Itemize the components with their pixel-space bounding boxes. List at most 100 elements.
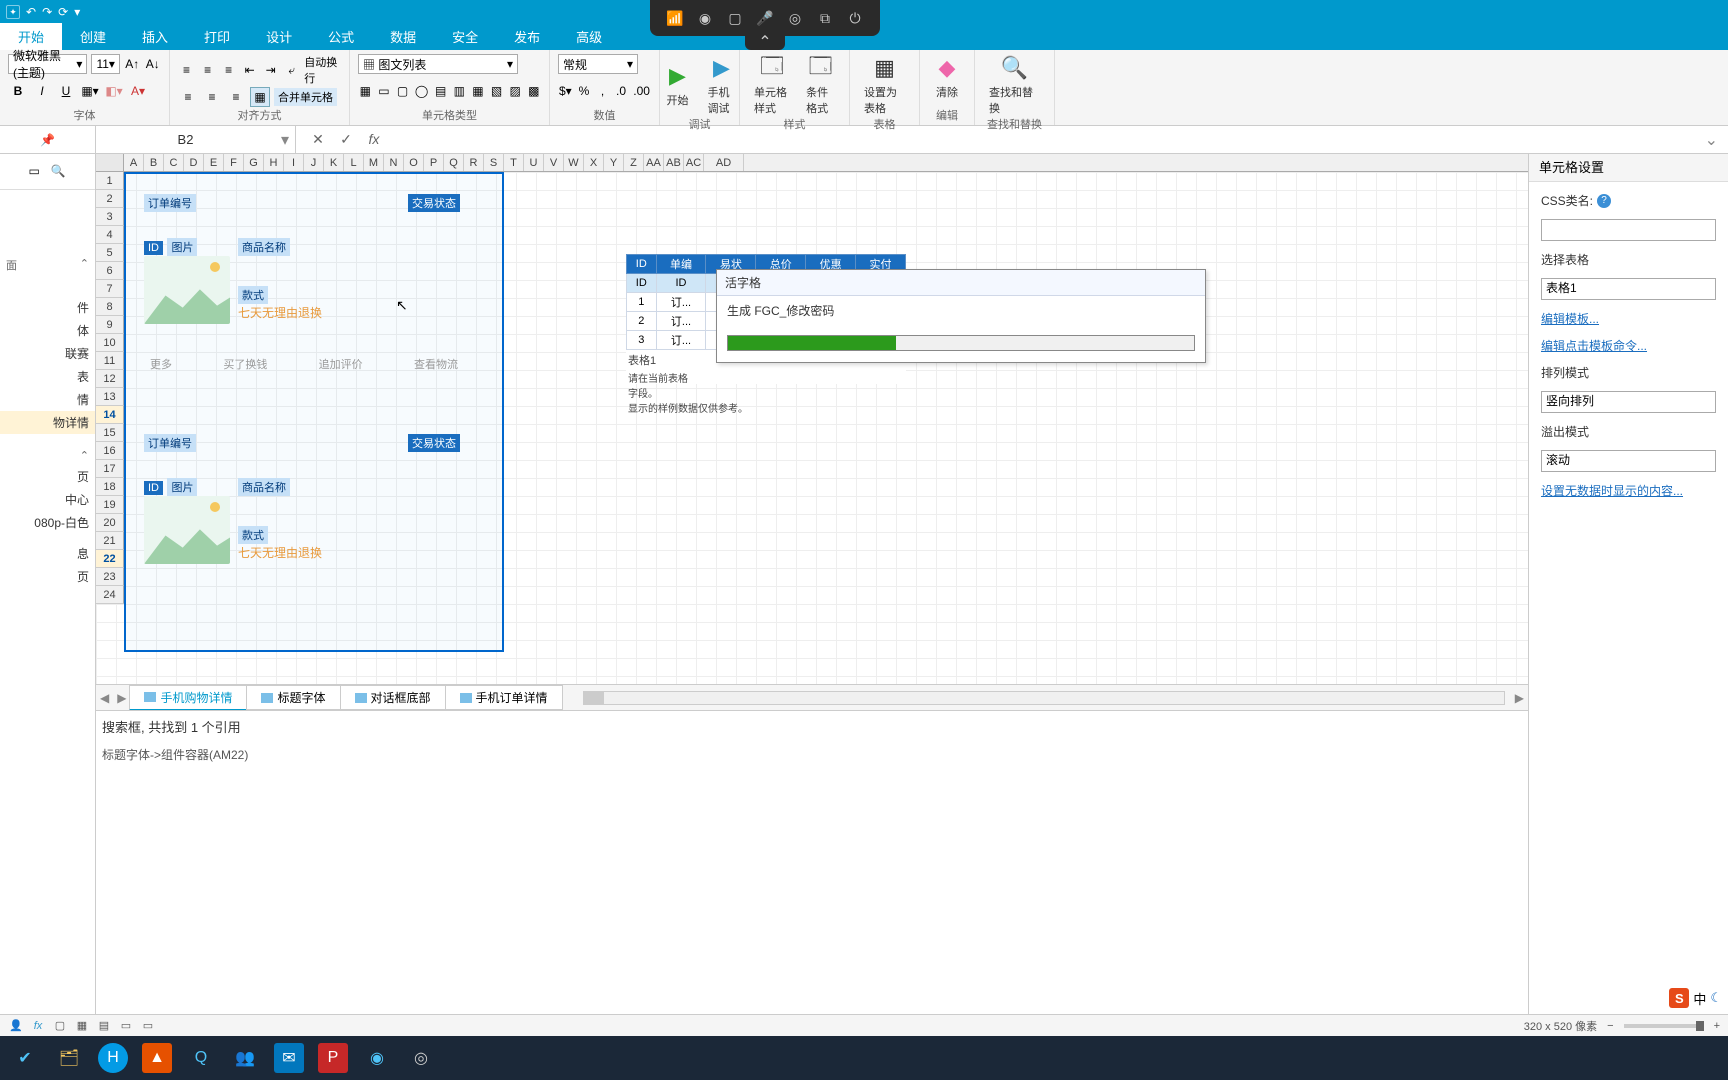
rp-link-nodata[interactable]: 设置无数据时显示的内容... <box>1541 482 1716 499</box>
tab-security[interactable]: 安全 <box>434 23 496 50</box>
tab-publish[interactable]: 发布 <box>496 23 558 50</box>
tab-formula[interactable]: 公式 <box>310 23 372 50</box>
lp-tool-1[interactable]: ▭ <box>29 164 45 180</box>
comma-icon[interactable]: , <box>595 81 610 101</box>
lp-item2-4[interactable]: 页 <box>0 565 95 588</box>
indent-inc-icon[interactable]: ⇥ <box>262 60 279 80</box>
ct-1[interactable]: ▦ <box>358 81 373 101</box>
copy-icon[interactable]: ⧉ <box>816 9 834 27</box>
name-box[interactable]: B2 <box>96 132 275 147</box>
ct-6[interactable]: ▥ <box>452 81 467 101</box>
clear-button[interactable]: ◆清除 <box>927 54 967 100</box>
sb-icon-4[interactable]: ▦ <box>74 1018 90 1034</box>
fill-color-button[interactable]: ◧▾ <box>104 81 124 101</box>
findreplace-button[interactable]: 🔍查找和替换 <box>983 54 1046 116</box>
tab-home[interactable]: 开始 <box>0 23 62 50</box>
align-left-icon[interactable]: ≡ <box>178 87 198 107</box>
lp-item-3[interactable]: 联赛 <box>0 342 95 365</box>
dec-dec[interactable]: .00 <box>632 81 651 101</box>
ct-9[interactable]: ▨ <box>508 81 523 101</box>
setastable-button[interactable]: ▦设置为表格 <box>858 54 911 116</box>
expand-icon[interactable]: ⌄ <box>1695 130 1728 150</box>
zoom-out-icon[interactable]: − <box>1607 1020 1613 1032</box>
sheet-scrollbar[interactable] <box>583 691 1505 705</box>
tab-print[interactable]: 打印 <box>186 23 248 50</box>
redo-icon[interactable]: ↷ <box>42 5 52 19</box>
zoom-in-icon[interactable]: + <box>1714 1020 1720 1032</box>
lp-item2-3[interactable]: 息 <box>0 542 95 565</box>
sb-icon-5[interactable]: ▤ <box>96 1018 112 1034</box>
card1-act1[interactable]: 买了换钱 <box>223 356 267 372</box>
search-item-0[interactable]: 标题字体->组件容器(AM22) <box>102 744 1522 765</box>
lp-item-4[interactable]: 表 <box>0 365 95 388</box>
indent-dec-icon[interactable]: ⇤ <box>241 60 258 80</box>
ct-7[interactable]: ▦ <box>471 81 486 101</box>
tb-outlook-icon[interactable]: ✉ <box>274 1043 304 1073</box>
ct-5[interactable]: ▤ <box>433 81 448 101</box>
grid-area[interactable]: A B C D E F G H I J K L M N O P Q R S T … <box>96 154 1528 1046</box>
ct-8[interactable]: ▧ <box>489 81 504 101</box>
scroll-right-icon[interactable]: ▶ <box>1511 691 1528 705</box>
lp-item-5[interactable]: 情 <box>0 388 95 411</box>
ime-lang[interactable]: 中 <box>1693 989 1706 1008</box>
condfmt-button[interactable]: 🗔条件格式 <box>800 54 841 116</box>
tb-app-last-icon[interactable]: ◎ <box>406 1043 436 1073</box>
numfmt-select[interactable]: 常规▾ <box>558 54 638 74</box>
font-family-select[interactable]: 微软雅黑 (主题)▾ <box>8 54 87 74</box>
row-headers[interactable]: 1234 5678 9101112 13141516 17181920 2122… <box>96 172 124 604</box>
tb-app-orange-icon[interactable]: ▲ <box>142 1043 172 1073</box>
tb-app-h-icon[interactable]: H <box>98 1043 128 1073</box>
card1-act3[interactable]: 查看物流 <box>414 356 458 372</box>
pin-icon[interactable]: 📌 <box>40 133 55 147</box>
prev-sheet-icon[interactable]: ◀ <box>96 691 113 705</box>
font-shrink-icon[interactable]: A↓ <box>144 54 161 74</box>
tb-edge-icon[interactable]: ◉ <box>362 1043 392 1073</box>
rp-overflow-select[interactable]: 滚动 <box>1541 450 1716 472</box>
rp-link-edittpl[interactable]: 编辑模板... <box>1541 310 1716 327</box>
font-size-select[interactable]: 11▾ <box>91 54 120 74</box>
lp-item-2[interactable]: 体 <box>0 319 95 342</box>
sb-icon-7[interactable]: ▭ <box>140 1018 156 1034</box>
rp-link-editcmd[interactable]: 编辑点击模板命令... <box>1541 337 1716 354</box>
tab-create[interactable]: 创建 <box>62 23 124 50</box>
cellfmt-button[interactable]: 🗔单元格样式 <box>748 54 796 116</box>
wrap-button[interactable]: ⤶ <box>283 60 300 80</box>
tb-teams-icon[interactable]: 👥 <box>230 1043 260 1073</box>
confirm-icon[interactable]: ✓ <box>334 131 358 148</box>
select-all-corner[interactable] <box>96 154 124 171</box>
sheet-tab-0[interactable]: 手机购物详情 <box>129 685 247 711</box>
currency-icon[interactable]: $▾ <box>558 81 573 101</box>
merge-button[interactable]: ▦ <box>250 87 270 107</box>
tab-design[interactable]: 设计 <box>248 23 310 50</box>
rp-css-input[interactable] <box>1541 219 1716 241</box>
align-bot-icon[interactable]: ≡ <box>220 60 237 80</box>
ct-4[interactable]: ◯ <box>414 81 429 101</box>
celltype-select[interactable]: ▦ 图文列表▾ <box>358 54 518 74</box>
lp-search-icon[interactable]: 🔍 <box>51 164 67 180</box>
lp-item-1[interactable]: 件 <box>0 296 95 319</box>
ct-2[interactable]: ▭ <box>377 81 392 101</box>
sheet-tab-2[interactable]: 对话框底部 <box>340 685 446 710</box>
underline-button[interactable]: U <box>56 81 76 101</box>
percent-icon[interactable]: % <box>577 81 592 101</box>
rp-table-select[interactable]: 表格1 <box>1541 278 1716 300</box>
screen-icon[interactable]: ▢ <box>726 9 744 27</box>
power-icon[interactable]: ⏻ <box>846 9 864 27</box>
camera-icon[interactable]: ◎ <box>786 9 804 27</box>
ct-3[interactable]: ▢ <box>395 81 410 101</box>
lp-item2-1[interactable]: 中心 <box>0 488 95 511</box>
lp-item2-2[interactable]: 080p-白色 <box>0 511 95 534</box>
start-button[interactable]: ▶开始 <box>658 62 698 108</box>
tab-insert[interactable]: 插入 <box>124 23 186 50</box>
font-grow-icon[interactable]: A↑ <box>124 54 141 74</box>
next-sheet-icon[interactable]: ▶ <box>113 691 130 705</box>
tab-advanced[interactable]: 高级 <box>558 23 620 50</box>
mobile-debug-button[interactable]: ▶手机调试 <box>702 54 742 116</box>
tb-app-q-icon[interactable]: Q <box>186 1043 216 1073</box>
help-icon[interactable]: ? <box>1597 194 1611 208</box>
card1-act2[interactable]: 追加评价 <box>319 356 363 372</box>
dec-inc[interactable]: .0 <box>614 81 629 101</box>
tb-ppt-icon[interactable]: P <box>318 1043 348 1073</box>
sheet-tab-1[interactable]: 标题字体 <box>246 685 340 710</box>
sheet-tab-3[interactable]: 手机订单详情 <box>445 685 563 710</box>
